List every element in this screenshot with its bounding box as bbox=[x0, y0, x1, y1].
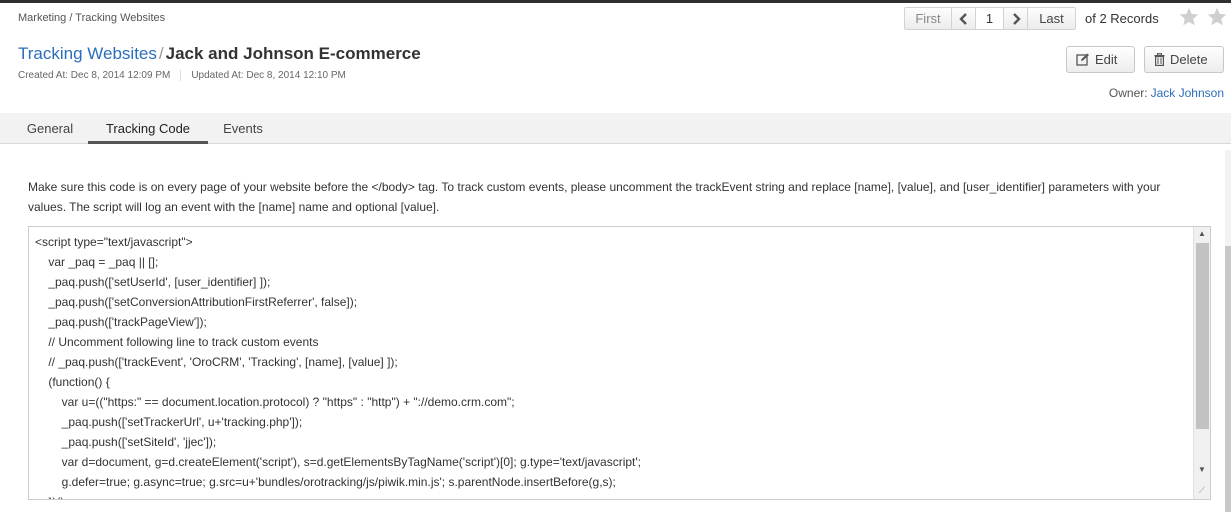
previous-page-button[interactable] bbox=[952, 7, 976, 30]
delete-label: Delete bbox=[1170, 52, 1208, 67]
chevron-left-icon bbox=[958, 12, 967, 25]
resize-handle-icon[interactable]: ⟋ bbox=[1194, 483, 1210, 497]
code-line: // Uncomment following line to track cus… bbox=[35, 335, 319, 349]
scrollbar-thumb[interactable] bbox=[1196, 243, 1209, 429]
code-line: _paq.push(['trackPageView']); bbox=[35, 315, 207, 329]
pagination: First 1 Last of 2 Records bbox=[904, 7, 1159, 30]
breadcrumb: Marketing / Tracking Websites bbox=[18, 12, 166, 24]
updated-at: Updated At: Dec 8, 2014 12:10 PM bbox=[180, 70, 346, 81]
trash-icon bbox=[1154, 53, 1165, 66]
tab-events[interactable]: Events bbox=[212, 113, 274, 144]
code-line: _paq.push(['setConversionAttributionFirs… bbox=[35, 295, 358, 309]
tab-bar: General Tracking Code Events bbox=[0, 113, 1231, 144]
record-count: of 2 Records bbox=[1085, 11, 1159, 26]
page-title: Tracking Websites / Jack and Johnson E-com… bbox=[18, 44, 421, 64]
code-line: var d=document, g=d.createElement('scrip… bbox=[35, 455, 642, 469]
title-separator: / bbox=[158, 44, 164, 63]
code-line: var u=(("https:" == document.location.pr… bbox=[35, 395, 515, 409]
scroll-down-icon[interactable]: ▼ bbox=[1194, 463, 1210, 477]
code-line: g.defer=true; g.async=true; g.src=u+'bun… bbox=[35, 475, 616, 489]
owner-info: Owner: Jack Johnson bbox=[1109, 86, 1224, 100]
created-at: Created At: Dec 8, 2014 12:09 PM bbox=[18, 70, 171, 81]
delete-button[interactable]: Delete bbox=[1144, 46, 1224, 73]
first-page-button[interactable]: First bbox=[904, 7, 952, 30]
page-number-input[interactable]: 1 bbox=[976, 7, 1004, 30]
code-line: })(); bbox=[35, 492, 641, 499]
chevron-right-icon bbox=[1012, 12, 1021, 25]
record-meta: Created At: Dec 8, 2014 12:09 PM Updated… bbox=[18, 70, 346, 81]
tab-tracking-code[interactable]: Tracking Code bbox=[88, 113, 208, 144]
parent-link[interactable]: Tracking Websites bbox=[18, 44, 157, 63]
code-content: <script type="text/javascript"> var _paq… bbox=[35, 232, 642, 499]
tracking-instructions: Make sure this code is on every page of … bbox=[28, 180, 1161, 214]
edit-label: Edit bbox=[1095, 52, 1118, 67]
code-line: var _paq = _paq || []; bbox=[35, 255, 159, 269]
edit-icon bbox=[1076, 53, 1089, 66]
code-line: _paq.push(['setTrackerUrl', u+'tracking.… bbox=[35, 415, 303, 429]
star-icon[interactable] bbox=[1206, 6, 1228, 28]
code-line: (function() { bbox=[35, 375, 110, 389]
tab-general[interactable]: General bbox=[16, 113, 84, 144]
code-line: _paq.push(['setSiteId', 'jjec']); bbox=[35, 435, 217, 449]
edit-button[interactable]: Edit bbox=[1066, 46, 1135, 73]
code-line: <script type="text/javascript"> bbox=[35, 235, 193, 249]
tracking-code-textarea[interactable]: <script type="text/javascript"> var _paq… bbox=[28, 226, 1211, 500]
next-page-button[interactable] bbox=[1004, 7, 1028, 30]
textarea-scrollbar[interactable]: ▲ ▼ ⟋ bbox=[1193, 227, 1210, 499]
code-line: // _paq.push(['trackEvent', 'OroCRM', 'T… bbox=[35, 355, 398, 369]
last-page-button[interactable]: Last bbox=[1028, 7, 1076, 30]
owner-link[interactable]: Jack Johnson bbox=[1151, 86, 1224, 100]
scroll-up-icon[interactable]: ▲ bbox=[1194, 227, 1210, 241]
code-line: _paq.push(['setUserId', [user_identifier… bbox=[35, 275, 271, 289]
record-name: Jack and Johnson E-commerce bbox=[165, 44, 421, 63]
top-border bbox=[0, 0, 1231, 3]
star-icon[interactable] bbox=[1178, 6, 1200, 28]
owner-label: Owner: bbox=[1108, 86, 1148, 100]
page-scrollbar-thumb[interactable] bbox=[1225, 246, 1231, 512]
page-scrollbar[interactable] bbox=[1225, 150, 1231, 512]
